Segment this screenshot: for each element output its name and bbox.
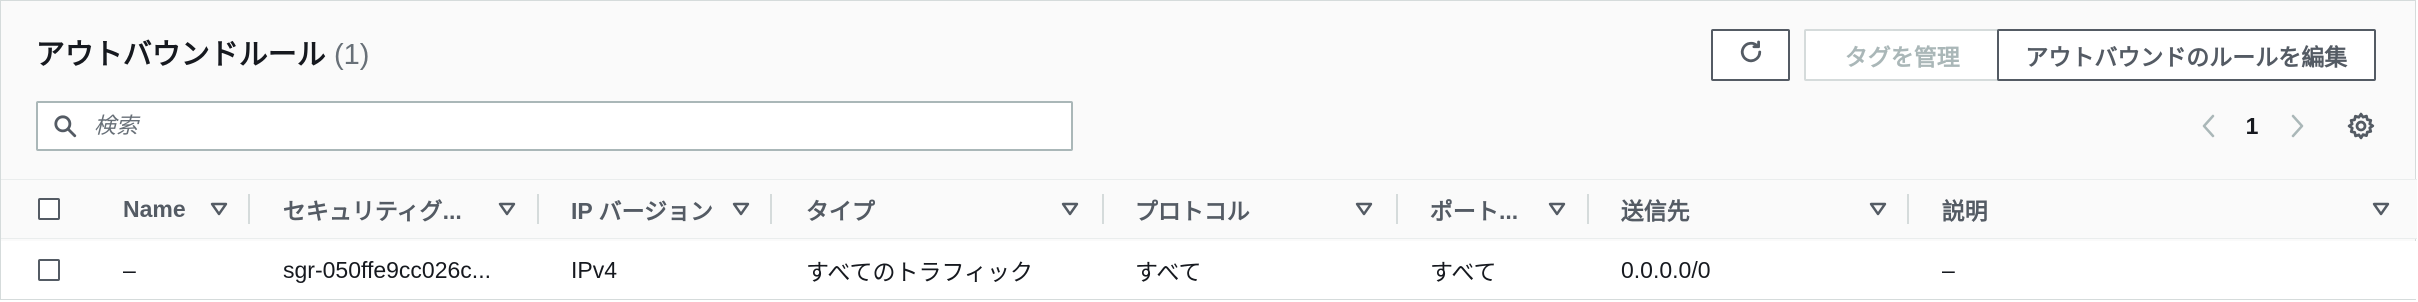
gear-icon [2347,112,2375,140]
column-header-description[interactable]: 説明 [1942,180,1988,238]
refresh-icon [1737,38,1765,72]
select-all-checkbox[interactable] [38,198,60,220]
title-label: アウトバウンドルール [36,39,327,71]
previous-page-button[interactable] [2196,109,2222,143]
search-icon [52,111,82,141]
search-box [36,101,1073,151]
preferences-button[interactable] [2343,109,2379,143]
column-divider[interactable] [1102,194,1104,224]
sort-icon[interactable] [730,198,752,220]
column-header-protocol[interactable]: プロトコル [1135,180,1250,238]
chevron-left-icon [2202,114,2215,138]
column-divider[interactable] [1587,194,1589,224]
column-header-name[interactable]: Name [123,180,186,238]
sort-icon[interactable] [1546,198,1568,220]
column-divider[interactable] [770,194,772,224]
sort-icon[interactable] [208,198,230,220]
rule-count: (1) [334,39,370,71]
row-select-checkbox[interactable] [38,259,60,281]
column-header-security-group-rule[interactable]: セキュリティグ... [283,180,462,238]
cell-ip-version: IPv4 [571,256,618,283]
column-header-destination[interactable]: 送信先 [1621,180,1690,238]
column-divider[interactable] [1396,194,1398,224]
cell-protocol: すべて [1135,259,1202,285]
cell-type: すべてのトラフィック [806,259,1034,285]
column-header-type[interactable]: タイプ [806,180,875,238]
sort-icon[interactable] [496,198,518,220]
manage-tags-button[interactable]: タグを管理 [1804,29,2001,81]
column-header-ip-version[interactable]: IP バージョン [571,180,713,238]
cell-rule-id[interactable]: sgr-050ffe9cc026c... [283,241,491,299]
outbound-rules-panel: アウトバウンドルール(1) タグを管理 アウトバウンドのルールを編集 1 [0,0,2417,300]
cell-port: すべて [1430,259,1497,285]
table-header: Name セキュリティグ... IP バージョン タイプ プロトコル ポート..… [1,179,2417,239]
column-divider[interactable] [248,194,250,224]
chevron-right-icon [2291,114,2304,138]
next-page-button[interactable] [2284,109,2310,143]
column-divider[interactable] [537,194,539,224]
sort-icon[interactable] [1867,198,1889,220]
cell-destination: 0.0.0.0/0 [1621,256,1711,283]
page-title: アウトバウンドルール (1) [36,31,369,73]
sort-icon[interactable] [1353,198,1375,220]
search-input[interactable] [92,112,1071,140]
cell-description: – [1942,256,1955,283]
table-row[interactable]: – sgr-050ffe9cc026c... IPv4 すべてのトラフィック す… [1,241,2417,299]
sort-icon[interactable] [2370,198,2392,220]
refresh-button[interactable] [1711,29,1790,81]
cell-name: – [123,256,136,283]
column-divider[interactable] [1907,194,1909,224]
sort-icon[interactable] [1059,198,1081,220]
edit-outbound-rules-button[interactable]: アウトバウンドのルールを編集 [1997,29,2376,81]
column-header-port-range[interactable]: ポート... [1430,180,1518,238]
current-page-number[interactable]: 1 [2237,109,2267,143]
